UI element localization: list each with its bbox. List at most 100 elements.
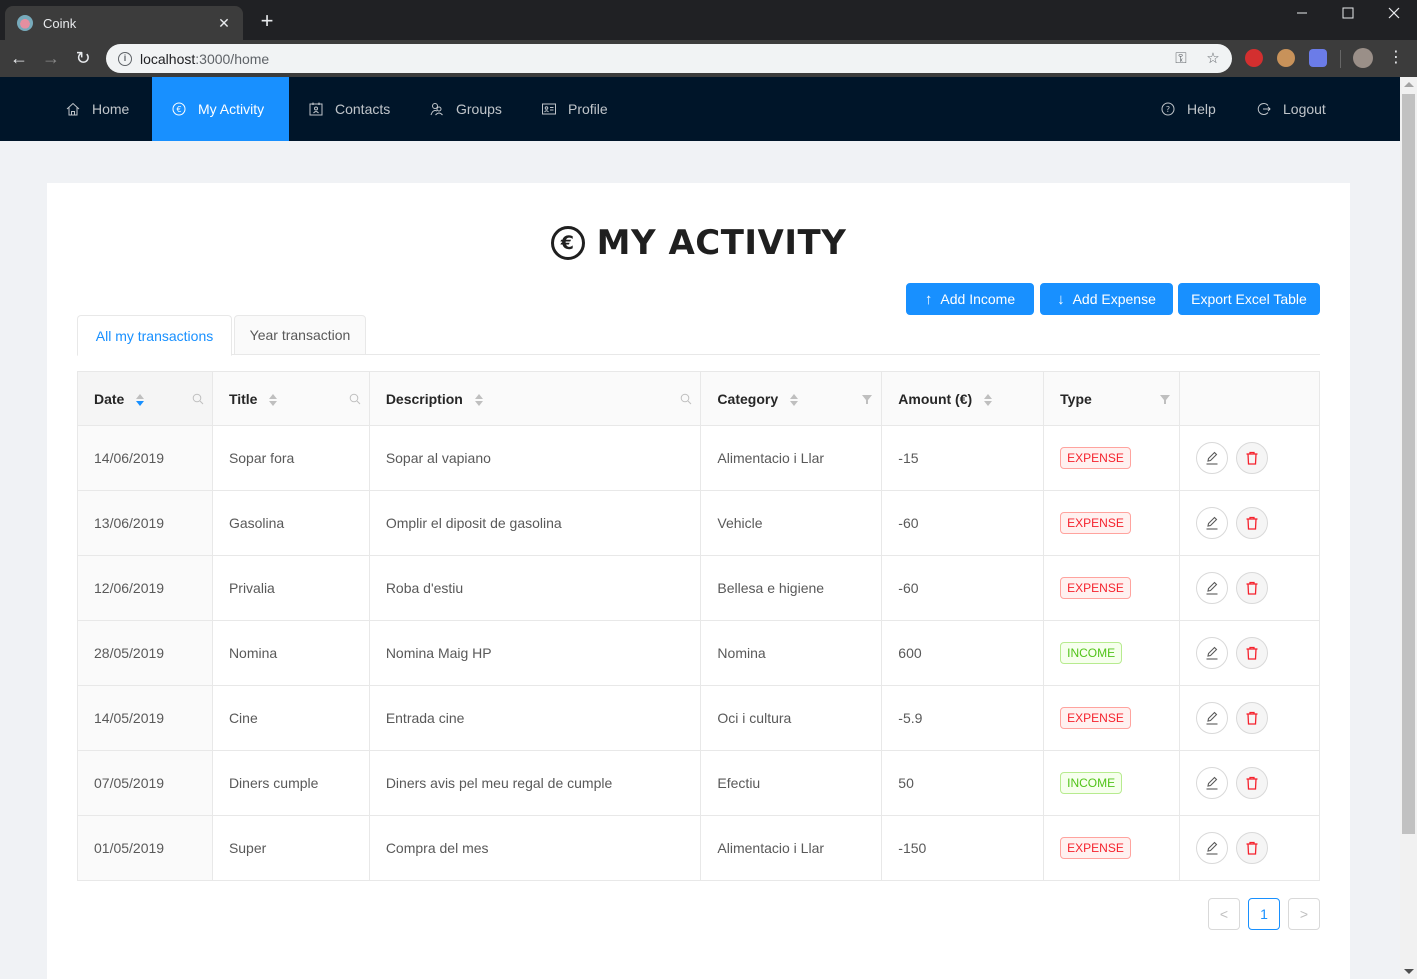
table-row: 12/06/2019 Privalia Roba d'estiu Bellesa e … [77,555,1320,621]
profile-avatar[interactable] [1353,48,1373,68]
edit-icon [1204,580,1220,596]
delete-button[interactable] [1236,572,1269,604]
cell-category: Oci i cultura [700,685,883,751]
column-header-amount[interactable]: Amount (€) [881,371,1045,426]
forward-icon[interactable]: → [39,46,63,70]
browser-tab[interactable]: Coink ✕ [5,6,243,40]
edit-button[interactable] [1196,832,1229,864]
column-header-description[interactable]: Description [368,371,702,426]
edit-button[interactable] [1196,702,1229,734]
piggy-bank-favicon-icon [17,15,33,31]
key-icon[interactable]: ⚿ [1172,50,1190,68]
sort-icon[interactable] [136,393,145,406]
cell-amount: 600 [881,620,1045,686]
address-bar[interactable]: i localhost:3000/home ⚿ ☆ [106,44,1232,73]
toolbar-divider [1340,50,1341,68]
edit-icon [1204,515,1220,531]
delete-button[interactable] [1236,832,1269,864]
tab-all-transactions[interactable]: All my transactions [77,315,232,356]
pagination-prev[interactable]: < [1208,898,1240,930]
edit-icon [1204,450,1220,466]
column-header-title[interactable]: Title [211,371,370,426]
info-icon[interactable]: i [118,51,132,66]
bookmark-star-icon[interactable]: ☆ [1204,50,1222,68]
cell-title: Gasolina [211,490,370,556]
cell-date: 01/05/2019 [77,815,213,881]
edit-button[interactable] [1196,767,1229,799]
nav-logout[interactable]: Logout [1237,77,1346,141]
delete-icon [1244,580,1260,596]
sort-icon[interactable] [474,393,483,406]
pagination-next[interactable]: > [1288,898,1320,930]
nav-my-activity[interactable]: € My Activity [152,77,289,141]
filter-icon[interactable] [1159,393,1171,405]
r-extension-icon[interactable] [1309,49,1327,67]
url-path: :3000/home [195,50,270,67]
cell-type: INCOME [1043,750,1181,816]
browser-tabbar: Coink ✕ + [0,0,1417,40]
nav-label: Home [92,101,130,117]
delete-button[interactable] [1236,767,1269,799]
delete-button[interactable] [1236,507,1269,539]
type-tag-income: INCOME [1060,642,1123,664]
close-tab-icon[interactable]: ✕ [215,14,233,32]
column-header-date[interactable]: Date [77,371,213,426]
delete-button[interactable] [1236,442,1269,474]
cell-type: EXPENSE [1043,555,1181,621]
sort-icon[interactable] [984,393,993,406]
sort-icon[interactable] [269,393,278,406]
nav-help[interactable]: ? Help [1141,77,1236,141]
scroll-down-icon[interactable] [1404,969,1414,974]
tab-year-transaction[interactable]: Year transaction [234,315,366,355]
cell-title: Privalia [211,555,370,621]
edit-button[interactable] [1196,442,1229,474]
column-header-category[interactable]: Category [700,371,883,426]
delete-button[interactable] [1236,637,1269,669]
reload-icon[interactable]: ↻ [71,46,95,70]
nav-label: Help [1187,101,1216,117]
app-viewport: Home € My Activity Contacts Groups Profi… [0,77,1400,979]
maximize-icon[interactable] [1325,0,1371,26]
table-row: 14/06/2019 Sopar fora Sopar al vapiano Alim… [77,425,1320,491]
filter-icon[interactable] [861,393,873,405]
extension-icon[interactable] [1277,49,1295,67]
nav-contacts[interactable]: Contacts [289,77,410,141]
page-scrollbar[interactable] [1400,77,1417,979]
contacts-icon [309,102,323,116]
cell-type: EXPENSE [1043,815,1181,881]
chrome-menu-icon[interactable]: ⋮ [1384,46,1408,70]
cell-description: Diners avis pel meu regal de cumple [368,750,702,816]
nav-label: My Activity [198,101,265,117]
cell-description: Nomina Maig HP [368,620,702,686]
nav-groups[interactable]: Groups [410,77,522,141]
cell-date: 07/05/2019 [77,750,213,816]
export-excel-button[interactable]: Export Excel Table [1178,283,1320,315]
search-icon[interactable] [192,393,204,405]
column-header-type[interactable]: Type [1043,371,1181,426]
cell-title: Sopar fora [211,425,370,491]
delete-icon [1244,840,1260,856]
add-expense-button[interactable]: ↓ Add Expense [1040,283,1173,315]
cell-actions [1179,555,1320,621]
sort-icon[interactable] [790,393,798,406]
activity-card: € MY ACTIVITY ↑ Add Income ↓ Add Expense… [47,183,1350,979]
close-window-icon[interactable] [1371,0,1417,26]
cell-title: Super [211,815,370,881]
minimize-icon[interactable] [1279,0,1325,26]
add-income-button[interactable]: ↑ Add Income [906,283,1034,315]
scroll-up-icon[interactable] [1404,82,1414,87]
nav-profile[interactable]: Profile [522,77,628,141]
search-icon[interactable] [680,393,692,405]
edit-button[interactable] [1196,572,1229,604]
delete-button[interactable] [1236,702,1269,734]
back-icon[interactable]: ← [7,46,31,70]
adblock-extension-icon[interactable] [1245,49,1263,67]
scrollbar-thumb[interactable] [1402,94,1415,834]
type-tag-expense: EXPENSE [1060,577,1131,599]
search-icon[interactable] [349,393,361,405]
new-tab-icon[interactable]: + [256,10,278,32]
edit-button[interactable] [1196,637,1229,669]
pagination-page-1[interactable]: 1 [1248,898,1280,930]
edit-button[interactable] [1196,507,1229,539]
nav-home[interactable]: Home [46,77,149,141]
